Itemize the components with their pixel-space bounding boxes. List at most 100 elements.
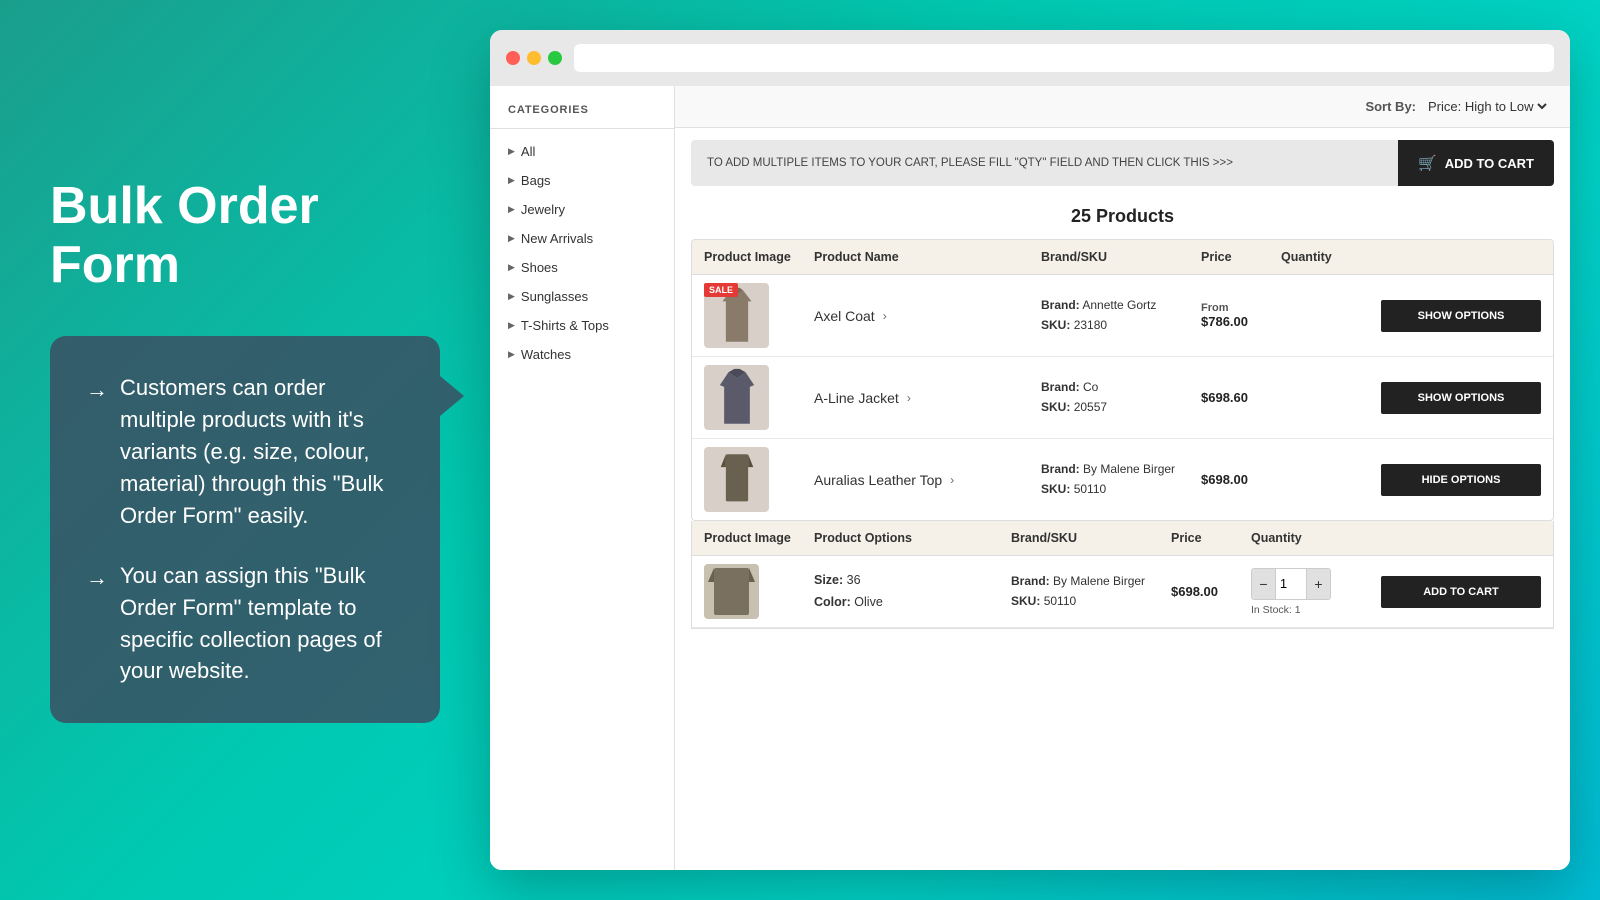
sidebar-item-bags[interactable]: ▶ Bags: [490, 166, 674, 195]
sale-badge: SALE: [704, 283, 738, 297]
product-name-3: Auralias Leather Top: [814, 472, 942, 488]
show-options-button-2[interactable]: SHOW OPTIONS: [1381, 382, 1541, 414]
col-header-action: [1381, 250, 1541, 264]
product-name-cell-2: A-Line Jacket ›: [814, 390, 1041, 406]
qty-input[interactable]: [1275, 569, 1307, 599]
brand-sku-3: Brand: By Malene Birger SKU: 50110: [1041, 460, 1201, 498]
expand-arrow-2[interactable]: ›: [907, 391, 911, 405]
product-name-cell-3: Auralias Leather Top ›: [814, 472, 1041, 488]
col-header-qty: Quantity: [1281, 250, 1381, 264]
opt-product-image: [704, 564, 759, 619]
sidebar-item-new-arrivals[interactable]: ▶ New Arrivals: [490, 224, 674, 253]
browser-window: CATEGORIES ▶ All ▶ Bags ▶ Jewelry ▶ New …: [490, 30, 1570, 870]
arrow-icon-2: →: [86, 562, 108, 594]
brand-sku-2: Brand: Co SKU: 20557: [1041, 378, 1201, 416]
sidebar-item-jewelry[interactable]: ▶ Jewelry: [490, 195, 674, 224]
url-bar[interactable]: [574, 44, 1554, 72]
add-to-cart-bar: TO ADD MULTIPLE ITEMS TO YOUR CART, PLEA…: [691, 140, 1554, 186]
product-image-cell-3: [704, 447, 814, 512]
sort-label: Sort By:: [1365, 99, 1416, 114]
qty-decrement-button[interactable]: −: [1252, 569, 1275, 599]
hide-options-button[interactable]: HIDE OPTIONS: [1381, 464, 1541, 496]
action-cell-2: SHOW OPTIONS: [1381, 382, 1541, 414]
close-icon[interactable]: [506, 51, 520, 65]
chevron-right-icon: ▶: [508, 349, 515, 360]
opt-col-image: Product Image: [704, 531, 814, 545]
sidebar-item-label-sunglasses: Sunglasses: [521, 289, 588, 304]
product-image-cell-1: SALE: [704, 283, 814, 348]
add-to-cart-main-button[interactable]: 🛒 ADD TO CART: [1398, 140, 1554, 186]
opt-brand-sku: Brand: By Malene Birger SKU: 50110: [1011, 572, 1171, 610]
opt-col-action: [1381, 531, 1541, 545]
options-header: Product Image Product Options Brand/SKU …: [692, 521, 1553, 556]
sidebar-item-label-tshirts: T-Shirts & Tops: [521, 318, 609, 333]
in-stock-label: In Stock: 1: [1251, 604, 1381, 616]
chevron-right-icon: ▶: [508, 146, 515, 157]
price-3: $698.00: [1201, 472, 1281, 487]
add-to-cart-bar-text: TO ADD MULTIPLE ITEMS TO YOUR CART, PLEA…: [691, 145, 1398, 181]
arrow-icon-1: →: [86, 374, 108, 406]
sidebar-item-watches[interactable]: ▶ Watches: [490, 340, 674, 369]
product-image-cell-2: [704, 365, 814, 430]
info-box: → Customers can order multiple products …: [50, 336, 440, 723]
sort-select[interactable]: Price: High to Low Price: Low to High Ne…: [1424, 98, 1550, 115]
opt-col-price: Price: [1171, 531, 1251, 545]
products-table: Product Image Product Name Brand/SKU Pri…: [691, 239, 1554, 521]
chevron-right-icon: ▶: [508, 175, 515, 186]
opt-qty-wrapper: − + In Stock: 1: [1251, 568, 1381, 616]
table-header: Product Image Product Name Brand/SKU Pri…: [692, 240, 1553, 275]
chevron-right-icon: ▶: [508, 233, 515, 244]
brand-sku-1: Brand: Annette Gortz SKU: 23180: [1041, 296, 1201, 334]
col-header-name: Product Name: [814, 250, 1041, 264]
sidebar: CATEGORIES ▶ All ▶ Bags ▶ Jewelry ▶ New …: [490, 86, 675, 870]
sidebar-item-label-watches: Watches: [521, 347, 571, 362]
minimize-icon[interactable]: [527, 51, 541, 65]
chevron-right-icon: ▶: [508, 204, 515, 215]
table-row: SALE Axel Coat › Brand: Annett: [692, 275, 1553, 357]
left-panel: Bulk Order Form → Customers can order mu…: [0, 117, 490, 784]
sidebar-item-label-jewelry: Jewelry: [521, 202, 565, 217]
add-to-cart-main-label: ADD TO CART: [1445, 156, 1534, 171]
sidebar-item-label-new-arrivals: New Arrivals: [521, 231, 593, 246]
info-text-2: You can assign this "Bulk Order Form" te…: [120, 560, 404, 688]
cart-icon: 🛒: [1418, 154, 1437, 172]
col-header-brand: Brand/SKU: [1041, 250, 1201, 264]
qty-control: − +: [1251, 568, 1331, 600]
add-to-cart-option-button[interactable]: ADD TO CART: [1381, 576, 1541, 608]
product-image-2: [704, 365, 769, 430]
sidebar-item-shoes[interactable]: ▶ Shoes: [490, 253, 674, 282]
browser-content: CATEGORIES ▶ All ▶ Bags ▶ Jewelry ▶ New …: [490, 86, 1570, 870]
expand-arrow-1[interactable]: ›: [883, 309, 887, 323]
info-point-1: → Customers can order multiple products …: [86, 372, 404, 531]
product-image-3: [704, 447, 769, 512]
main-area: Sort By: Price: High to Low Price: Low t…: [675, 86, 1570, 870]
browser-bar: [490, 30, 1570, 86]
chevron-right-icon: ▶: [508, 262, 515, 273]
col-header-image: Product Image: [704, 250, 814, 264]
opt-action-cell: ADD TO CART: [1381, 576, 1541, 608]
products-count: 25 Products: [675, 198, 1570, 239]
product-name-1: Axel Coat: [814, 308, 875, 324]
info-text-1: Customers can order multiple products wi…: [120, 372, 404, 531]
qty-increment-button[interactable]: +: [1307, 569, 1330, 599]
opt-details: Size: 36 Color: Olive: [814, 570, 1011, 613]
chevron-right-icon: ▶: [508, 320, 515, 331]
show-options-button-1[interactable]: SHOW OPTIONS: [1381, 300, 1541, 332]
product-name-cell-1: Axel Coat ›: [814, 308, 1041, 324]
maximize-icon[interactable]: [548, 51, 562, 65]
sidebar-item-tshirts[interactable]: ▶ T-Shirts & Tops: [490, 311, 674, 340]
action-cell-1: SHOW OPTIONS: [1381, 300, 1541, 332]
product-name-2: A-Line Jacket: [814, 390, 899, 406]
sidebar-item-label-all: All: [521, 144, 535, 159]
main-title: Bulk Order Form: [50, 177, 440, 297]
opt-col-qty: Quantity: [1251, 531, 1381, 545]
sidebar-item-all[interactable]: ▶ All: [490, 137, 674, 166]
sidebar-item-sunglasses[interactable]: ▶ Sunglasses: [490, 282, 674, 311]
sidebar-item-label-shoes: Shoes: [521, 260, 558, 275]
opt-col-options: Product Options: [814, 531, 1011, 545]
table-row: A-Line Jacket › Brand: Co SKU: 20557 $69…: [692, 357, 1553, 439]
sidebar-title: CATEGORIES: [490, 104, 674, 129]
opt-image-cell: [704, 564, 814, 619]
expand-arrow-3[interactable]: ›: [950, 473, 954, 487]
price-2: $698.60: [1201, 390, 1281, 405]
